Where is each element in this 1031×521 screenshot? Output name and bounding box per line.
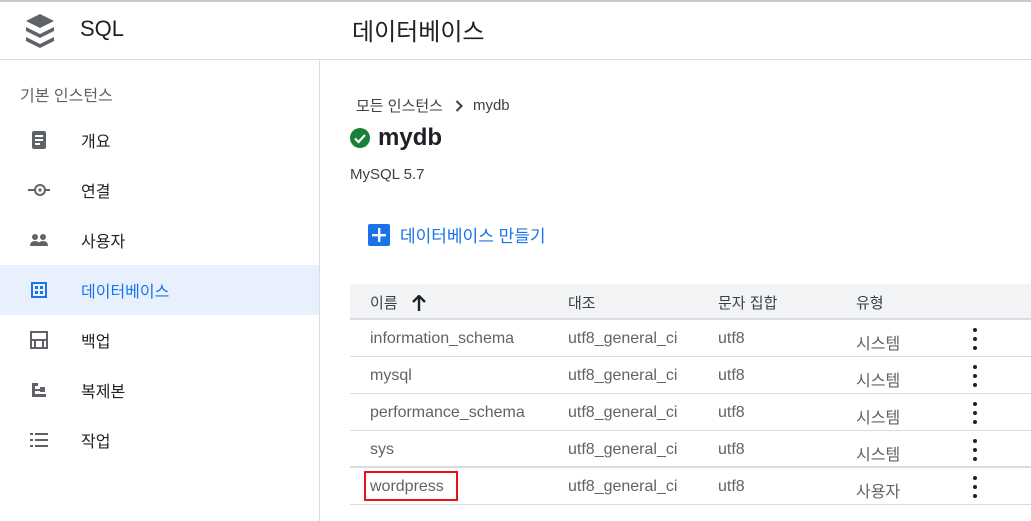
breadcrumb-current: mydb xyxy=(472,97,510,114)
sidebar-item-databases[interactable]: 데이터베이스 xyxy=(0,265,319,315)
sql-logo-icon xyxy=(26,14,54,48)
breadcrumb: 모든 인스턴스 mydb xyxy=(356,95,510,116)
sort-ascending-icon xyxy=(411,294,426,311)
table-row: mysql utf8_general_ci utf8 시스템 xyxy=(350,357,1031,394)
db-type: 사용자 xyxy=(856,484,901,501)
databases-table: 이름 대조 문자 집합 유형 information_schema utf8_g… xyxy=(350,284,1031,505)
instance-version: MySQL 5.7 xyxy=(350,166,425,183)
column-header-charset[interactable]: 문자 집합 xyxy=(718,292,777,313)
instance-title: mydb xyxy=(350,124,442,152)
product-name: SQL xyxy=(80,16,125,41)
db-charset: utf8 xyxy=(718,404,745,421)
db-type: 시스템 xyxy=(856,447,901,464)
column-header-name[interactable]: 이름 xyxy=(370,292,426,313)
connections-icon xyxy=(28,180,50,200)
sidebar-item-replicas[interactable]: 복제본 xyxy=(0,365,319,415)
overview-icon xyxy=(28,130,50,150)
main-header: 데이터베이스 xyxy=(320,0,1031,60)
more-vert-icon[interactable] xyxy=(968,328,982,350)
operations-icon xyxy=(28,430,50,450)
sidebar-item-overview[interactable]: 개요 xyxy=(0,115,319,165)
sidebar-item-label: 개요 xyxy=(81,134,111,151)
db-name: performance_schema xyxy=(370,404,525,421)
create-database-label: 데이터베이스 만들기 xyxy=(400,227,546,246)
breadcrumb-all-instances-link[interactable]: 모든 인스턴스 xyxy=(356,95,443,116)
sidebar-section-label: 기본 인스턴스 xyxy=(20,88,113,105)
column-header-type[interactable]: 유형 xyxy=(856,292,884,313)
sidebar: 기본 인스턴스 개요 연결 사용자 데이터베이스 백업 복제본 작업 xyxy=(0,60,320,521)
db-charset: utf8 xyxy=(718,478,745,495)
table-row: performance_schema utf8_general_ci utf8 … xyxy=(350,394,1031,431)
db-charset: utf8 xyxy=(718,367,745,384)
chevron-right-icon xyxy=(455,99,463,112)
databases-icon xyxy=(28,280,50,300)
sidebar-item-label: 작업 xyxy=(81,434,111,451)
sidebar-item-label: 사용자 xyxy=(81,234,126,251)
db-collation: utf8_general_ci xyxy=(568,478,678,495)
page-title: 데이터베이스 xyxy=(352,19,485,46)
sidebar-item-users[interactable]: 사용자 xyxy=(0,215,319,265)
table-row: wordpress utf8_general_ci utf8 사용자 xyxy=(350,468,1031,505)
replicas-icon xyxy=(28,380,50,400)
sidebar-item-label: 연결 xyxy=(81,184,111,201)
more-vert-icon[interactable] xyxy=(968,402,982,424)
sidebar-item-label: 데이터베이스 xyxy=(81,284,170,301)
db-name: mysql xyxy=(370,367,412,384)
status-ok-icon xyxy=(350,128,370,148)
db-collation: utf8_general_ci xyxy=(568,330,678,347)
backups-icon xyxy=(28,330,50,350)
db-charset: utf8 xyxy=(718,441,745,458)
db-collation: utf8_general_ci xyxy=(568,441,678,458)
add-icon xyxy=(368,223,390,246)
create-database-button[interactable]: 데이터베이스 만들기 xyxy=(368,222,545,247)
users-icon xyxy=(28,230,50,250)
db-name: sys xyxy=(370,441,394,458)
sidebar-header: SQL xyxy=(0,0,320,60)
sidebar-item-label: 백업 xyxy=(81,334,111,351)
sidebar-item-backups[interactable]: 백업 xyxy=(0,315,319,365)
table-row: information_schema utf8_general_ci utf8 … xyxy=(350,320,1031,357)
table-header: 이름 대조 문자 집합 유형 xyxy=(350,284,1031,320)
db-type: 시스템 xyxy=(856,336,901,353)
db-name: information_schema xyxy=(370,330,515,347)
db-collation: utf8_general_ci xyxy=(568,367,678,384)
more-vert-icon[interactable] xyxy=(968,476,982,498)
sidebar-item-operations[interactable]: 작업 xyxy=(0,415,319,465)
more-vert-icon[interactable] xyxy=(968,365,982,387)
db-name: wordpress xyxy=(370,478,444,495)
table-row: sys utf8_general_ci utf8 시스템 xyxy=(350,431,1031,468)
db-charset: utf8 xyxy=(718,330,745,347)
db-type: 시스템 xyxy=(856,410,901,427)
column-header-collation[interactable]: 대조 xyxy=(568,292,596,313)
sidebar-item-label: 복제본 xyxy=(81,384,126,401)
more-vert-icon[interactable] xyxy=(968,439,982,461)
sidebar-item-connections[interactable]: 연결 xyxy=(0,165,319,215)
db-type: 시스템 xyxy=(856,373,901,390)
instance-name: mydb xyxy=(378,124,443,151)
db-collation: utf8_general_ci xyxy=(568,404,678,421)
